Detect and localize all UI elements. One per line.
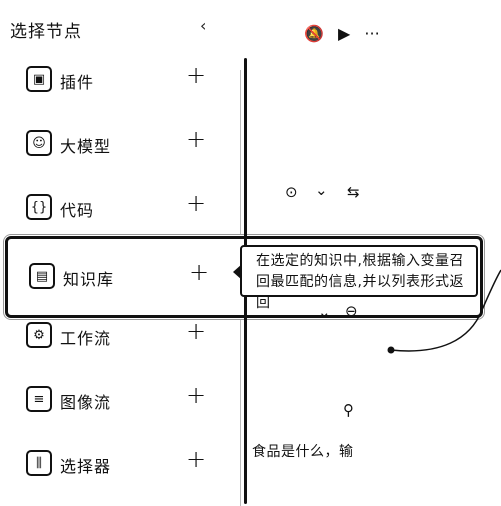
connection-line <box>387 269 501 354</box>
